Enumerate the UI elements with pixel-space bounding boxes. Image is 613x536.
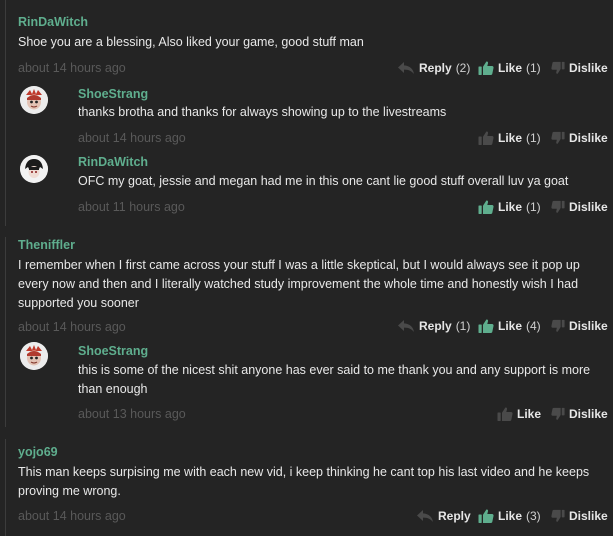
reply-username[interactable]: ShoeStrang [78,87,148,101]
like-count: (4) [526,319,541,333]
reply-arrow-icon [397,319,415,333]
reply-timestamp[interactable]: about 13 hours ago [78,407,186,421]
reply-label: Reply [438,509,471,523]
like-count: (1) [526,61,541,75]
dislike-button[interactable]: Dislike [551,407,608,421]
dislike-button[interactable]: Dislike [551,319,608,333]
like-label: Like [498,319,523,333]
avatar[interactable] [20,342,48,370]
avatar[interactable] [20,86,48,114]
like-count: (3) [526,509,541,523]
comment-text: I remember when I first came across your… [18,258,580,310]
reply-button[interactable]: Reply [416,509,471,523]
reply-text: this is some of the nicest shit anyone h… [78,363,591,396]
reply-arrow-icon [397,61,415,75]
comment-username[interactable]: yojo69 [18,445,58,459]
thumbs-down-icon [551,509,565,523]
avatar[interactable] [20,155,48,183]
reply-button[interactable]: Reply (2) [397,61,470,75]
thumbs-down-icon [551,319,565,333]
like-button[interactable]: Like [497,406,541,422]
reply-arrow-icon [416,509,434,523]
reply-username[interactable]: ShoeStrang [78,344,148,358]
comment-timestamp[interactable]: about 14 hours ago [18,509,126,523]
thumbs-up-icon [478,199,494,215]
like-button[interactable]: Like (1) [478,130,541,146]
comment-username[interactable]: Theniffler [18,238,75,252]
dislike-label: Dislike [569,509,608,523]
thumbs-up-icon [497,406,513,422]
like-count: (1) [526,200,541,214]
comment-text: Shoe you are a blessing, Also liked your… [18,35,364,49]
dislike-button[interactable]: Dislike [551,131,608,145]
thread-line [5,439,6,536]
thumbs-down-icon [551,131,565,145]
comment-timestamp[interactable]: about 14 hours ago [18,61,126,75]
thumbs-down-icon [551,200,565,214]
reply-username[interactable]: RinDaWitch [78,155,148,169]
comment-text: This man keeps surpising me with each ne… [18,465,590,498]
thumbs-down-icon [551,407,565,421]
dislike-label: Dislike [569,131,608,145]
thumbs-down-icon [551,61,565,75]
thread-line [5,237,6,427]
reply-text: thanks brotha and thanks for always show… [78,105,447,119]
thumbs-up-icon [478,60,494,76]
like-button[interactable]: Like (1) [478,60,541,76]
dislike-button[interactable]: Dislike [551,509,608,523]
reply-button[interactable]: Reply (1) [397,319,470,333]
reply-count: (1) [455,319,471,333]
like-count: (1) [526,131,541,145]
like-label: Like [498,200,523,214]
comment-timestamp[interactable]: about 14 hours ago [18,320,126,334]
thumbs-up-icon [478,318,494,334]
dislike-label: Dislike [569,61,608,75]
like-label: Like [498,61,523,75]
like-button[interactable]: Like (1) [478,199,541,215]
thumbs-up-icon [478,508,494,524]
thumbs-up-icon [478,130,494,146]
dislike-label: Dislike [569,407,608,421]
reply-text: OFC my goat, jessie and megan had me in … [78,174,569,188]
reply-label: Reply [419,61,452,75]
reply-timestamp[interactable]: about 14 hours ago [78,131,186,145]
like-button[interactable]: Like (3) [478,508,541,524]
like-button[interactable]: Like (4) [478,318,541,334]
dislike-label: Dislike [569,200,608,214]
like-label: Like [498,131,523,145]
dislike-button[interactable]: Dislike [551,200,608,214]
reply-count: (2) [455,61,471,75]
dislike-label: Dislike [569,319,608,333]
dislike-button[interactable]: Dislike [551,61,608,75]
comment-username[interactable]: RinDaWitch [18,15,88,29]
like-label: Like [498,509,523,523]
reply-timestamp[interactable]: about 11 hours ago [78,200,185,214]
like-label: Like [517,407,542,421]
reply-label: Reply [419,319,452,333]
reply-thread-line [5,0,6,226]
